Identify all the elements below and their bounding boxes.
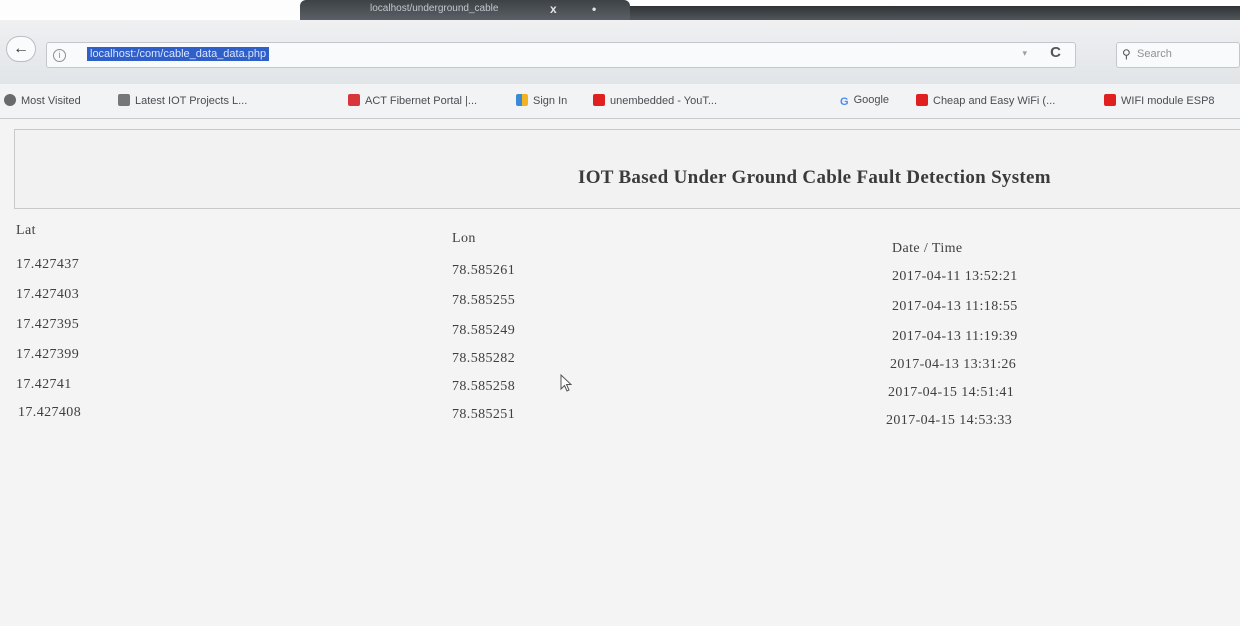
bookmark-act-fibernet[interactable]: ACT Fibernet Portal |...	[348, 94, 477, 107]
act-icon	[348, 94, 360, 106]
table-cell-lat: 17.42741	[16, 377, 72, 392]
bookmark-label: unembedded - YouT...	[610, 95, 718, 107]
gear-icon	[4, 94, 16, 106]
info-icon[interactable]: i	[53, 49, 66, 62]
table-cell-lon: 78.585261	[452, 263, 516, 278]
youtube-icon	[593, 94, 605, 106]
table-cell-datetime: 2017-04-13 11:18:55	[892, 299, 1018, 314]
bookmark-sign-in[interactable]: Sign In	[516, 94, 567, 107]
bookmark-label: WIFI module ESP8	[1121, 95, 1215, 107]
table-cell-lat: 17.427399	[16, 347, 80, 362]
search-placeholder: Search	[1137, 48, 1172, 60]
bookmark-label: Google	[853, 94, 890, 106]
bookmark-wifi-module[interactable]: WIFI module ESP8	[1104, 94, 1215, 107]
bookmark-youtube-unembedded[interactable]: unembedded - YouT...	[593, 94, 717, 107]
table-cell-lat: 17.427395	[16, 317, 80, 332]
column-header-datetime: Date / Time	[892, 241, 963, 256]
bookmark-cheap-wifi[interactable]: Cheap and Easy WiFi (...	[916, 94, 1055, 107]
table-cell-lon: 78.585255	[452, 293, 516, 308]
table-cell-datetime: 2017-04-15 14:51:41	[888, 385, 1015, 400]
table-cell-lon: 78.585258	[452, 379, 516, 394]
tab-close-icon[interactable]: x	[550, 2, 557, 16]
table-cell-lat: 17.427403	[16, 287, 80, 302]
windows-icon	[516, 94, 528, 106]
back-arrow-icon[interactable]: ←	[6, 36, 36, 62]
browser-tab[interactable]: localhost/underground_cable x •	[300, 0, 630, 20]
bookmark-label: Most Visited	[21, 95, 81, 107]
reload-icon[interactable]: C	[1050, 44, 1061, 61]
youtube-icon	[1104, 94, 1116, 106]
youtube-icon	[916, 94, 928, 106]
url-text[interactable]: localhost:/com/cable_data_data.php	[87, 47, 270, 61]
table-cell-datetime: 2017-04-15 14:53:33	[886, 413, 1013, 428]
bookmark-label: Cheap and Easy WiFi (...	[933, 95, 1056, 107]
search-icon: ⚲	[1122, 47, 1131, 61]
search-input[interactable]: ⚲ Search	[1116, 42, 1240, 68]
bookmark-iot-projects[interactable]: Latest IOT Projects L...	[118, 94, 247, 107]
table-cell-lat: 17.427408	[18, 405, 82, 420]
bookmark-google[interactable]: G Google	[840, 94, 889, 108]
page-title: IOT Based Under Ground Cable Fault Detec…	[578, 167, 1051, 188]
address-bar[interactable]: i localhost:/com/cable_data_data.php ▾ C	[46, 42, 1076, 68]
navigation-toolbar: ← i localhost:/com/cable_data_data.php ▾…	[0, 20, 1240, 84]
tab-title: localhost/underground_cable	[370, 3, 499, 14]
tab-strip-background	[630, 6, 1240, 20]
bookmarks-toolbar: Most Visited Latest IOT Projects L... AC…	[0, 84, 1240, 119]
bookmark-icon	[118, 94, 130, 106]
chevron-down-icon[interactable]: ▾	[1022, 48, 1027, 59]
table-cell-datetime: 2017-04-11 13:52:21	[892, 269, 1018, 284]
table-cell-lon: 78.585251	[452, 407, 516, 422]
bookmark-label: ACT Fibernet Portal |...	[365, 95, 478, 107]
table-cell-datetime: 2017-04-13 11:19:39	[892, 329, 1018, 344]
table-cell-lat: 17.427437	[16, 257, 80, 272]
page-content: IOT Based Under Ground Cable Fault Detec…	[0, 119, 1240, 626]
column-header-lon: Lon	[452, 231, 476, 246]
table-cell-lon: 78.585249	[452, 323, 516, 338]
mouse-pointer-icon	[560, 374, 572, 392]
bookmark-most-visited[interactable]: Most Visited	[4, 94, 81, 107]
table-cell-lon: 78.585282	[452, 351, 516, 366]
google-icon: G	[840, 96, 849, 108]
table-cell-datetime: 2017-04-13 13:31:26	[890, 357, 1017, 372]
column-header-lat: Lat	[16, 223, 36, 238]
bookmark-label: Latest IOT Projects L...	[135, 95, 248, 107]
bookmark-label: Sign In	[533, 95, 568, 107]
tab-dot-icon: •	[592, 2, 597, 16]
